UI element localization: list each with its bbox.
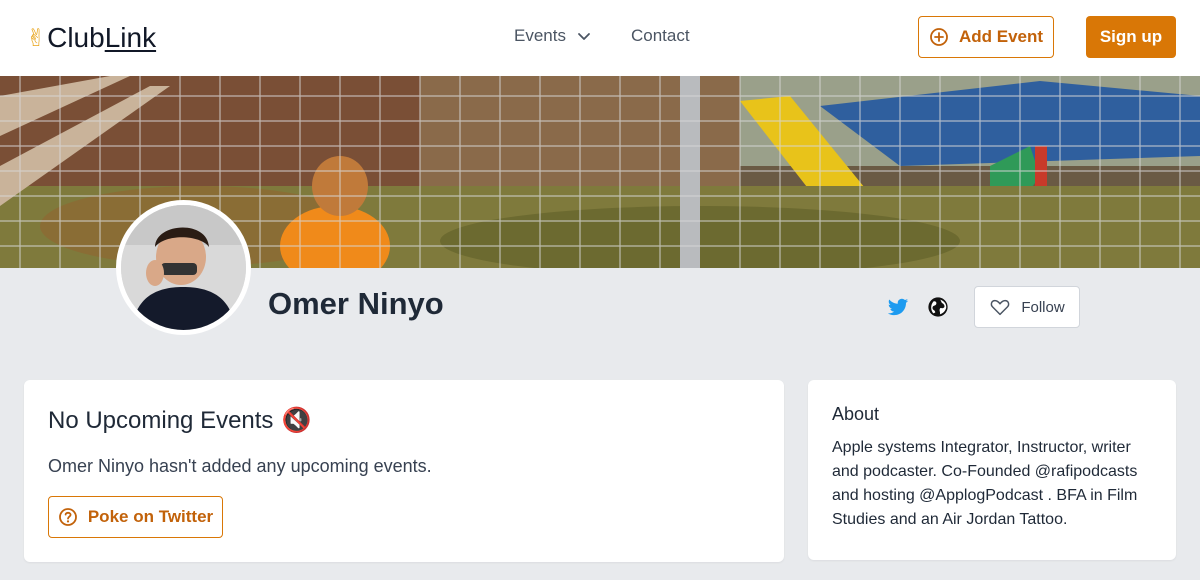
question-circle-icon [58,508,77,526]
add-event-label: Add Event [958,27,1044,46]
heart-icon [991,299,1010,316]
nav-contact-link[interactable]: Contact [631,26,690,46]
poke-on-twitter-button[interactable]: Poke on Twitter [48,496,223,538]
events-heading: No Upcoming Events 🔇 [48,406,311,435]
victory-hand-icon: ✌ [26,24,47,52]
poke-label: Poke on Twitter [87,507,214,526]
follow-label: Follow [1021,298,1065,316]
nav-events-label: Events [514,26,566,45]
chevron-down-icon [578,33,590,40]
avatar-portrait [121,205,246,330]
sign-up-button[interactable]: Sign up [1086,16,1176,58]
profile-avatar [116,200,251,335]
plus-circle-icon [930,28,948,46]
logo-text-club: Club [47,22,105,53]
logo-text-link: Link [104,22,157,53]
upcoming-events-card: No Upcoming Events 🔇 Omer Ninyo hasn't a… [24,380,784,562]
profile-name: Omer Ninyo [268,286,444,321]
nav-events-dropdown[interactable]: Events [514,26,592,46]
twitter-icon[interactable] [887,296,909,318]
clublink-logo[interactable]: ✌ Club Link [26,20,156,56]
about-heading: About [832,404,880,424]
top-navbar: ✌ Club Link Events Contact Add Event Sign… [0,0,1200,76]
about-bio: Apple systems Integrator, Instructor, wr… [832,439,1138,528]
events-title-text: No Upcoming Events [48,406,274,434]
follow-button[interactable]: Follow [974,286,1080,328]
events-empty-message: Omer Ninyo hasn't added any upcoming eve… [48,456,432,476]
muted-speaker-icon: 🔇 [281,407,312,434]
add-event-button[interactable]: Add Event [918,16,1054,58]
globe-icon[interactable] [927,296,949,318]
about-card: About Apple systems Integrator, Instruct… [808,380,1176,560]
